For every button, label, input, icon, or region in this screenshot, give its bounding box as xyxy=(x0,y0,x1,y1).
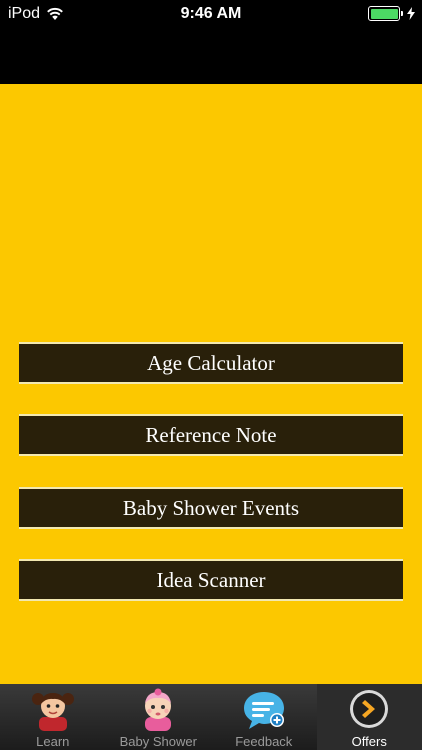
idea-scanner-button[interactable]: Idea Scanner xyxy=(19,559,403,601)
girl-face-icon xyxy=(31,693,74,731)
tab-bar: Learn Baby Shower Feedback Offers xyxy=(0,684,422,750)
battery-icon xyxy=(368,6,403,21)
baby-face-icon xyxy=(145,688,172,731)
chevron-circle-icon xyxy=(350,690,389,728)
chat-bubble-plus-icon xyxy=(243,692,284,729)
age-calculator-button[interactable]: Age Calculator xyxy=(19,342,403,384)
baby-shower-events-button[interactable]: Baby Shower Events xyxy=(19,487,403,529)
status-right xyxy=(368,6,415,21)
reference-note-button[interactable]: Reference Note xyxy=(19,414,403,456)
tab-offers[interactable]: Offers xyxy=(316,684,422,750)
tab-baby-shower[interactable]: Baby Shower xyxy=(106,684,212,750)
charging-bolt-icon xyxy=(407,7,415,20)
tab-label-feedback: Feedback xyxy=(235,734,293,749)
tab-label-baby-shower: Baby Shower xyxy=(119,734,197,749)
status-bar: iPod 9:46 AM xyxy=(0,0,422,30)
main-content: Age Calculator Reference Note Baby Showe… xyxy=(0,84,422,684)
tab-learn[interactable]: Learn xyxy=(0,684,106,750)
tab-label-offers: Offers xyxy=(351,734,387,749)
status-time: 9:46 AM xyxy=(180,5,242,22)
tab-feedback[interactable]: Feedback xyxy=(211,684,317,750)
tab-label-learn: Learn xyxy=(36,734,70,749)
